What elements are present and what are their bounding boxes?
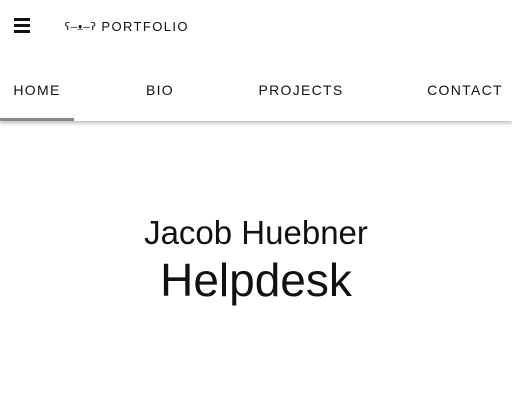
hero-role: Helpdesk (160, 254, 352, 306)
tab-home[interactable]: HOME (0, 58, 74, 121)
top-app-bar: ʕ–ᴥ–ʔ PORTFOLIO HOME BIO PROJECTS CONTAC… (0, 0, 512, 121)
tab-contact[interactable]: CONTACT (418, 58, 512, 121)
tab-bio[interactable]: BIO (120, 58, 200, 121)
menu-icon-line-bottom (14, 30, 30, 33)
hamburger-menu-icon[interactable] (10, 13, 34, 37)
main-navigation-tabs: HOME BIO PROJECTS CONTACT (0, 58, 512, 121)
bear-logo-icon: ʕ–ᴥ–ʔ (64, 19, 97, 33)
tab-contact-label: CONTACT (427, 81, 503, 98)
brand-title: PORTFOLIO (101, 18, 189, 34)
active-tab-indicator (0, 118, 74, 121)
tab-home-label: HOME (13, 81, 61, 98)
tab-bio-label: BIO (145, 81, 175, 98)
tab-projects-label: PROJECTS (258, 81, 344, 98)
portfolio-app: ʕ–ᴥ–ʔ PORTFOLIO HOME BIO PROJECTS CONTAC… (0, 0, 512, 400)
tab-projects[interactable]: PROJECTS (247, 58, 355, 121)
menu-icon-line-middle (14, 24, 30, 27)
home-section: Jacob Huebner Helpdesk (0, 121, 512, 400)
brand[interactable]: ʕ–ᴥ–ʔ PORTFOLIO (64, 17, 189, 35)
menu-icon-line-top (14, 18, 30, 21)
hero-name: Jacob Huebner (144, 214, 368, 251)
